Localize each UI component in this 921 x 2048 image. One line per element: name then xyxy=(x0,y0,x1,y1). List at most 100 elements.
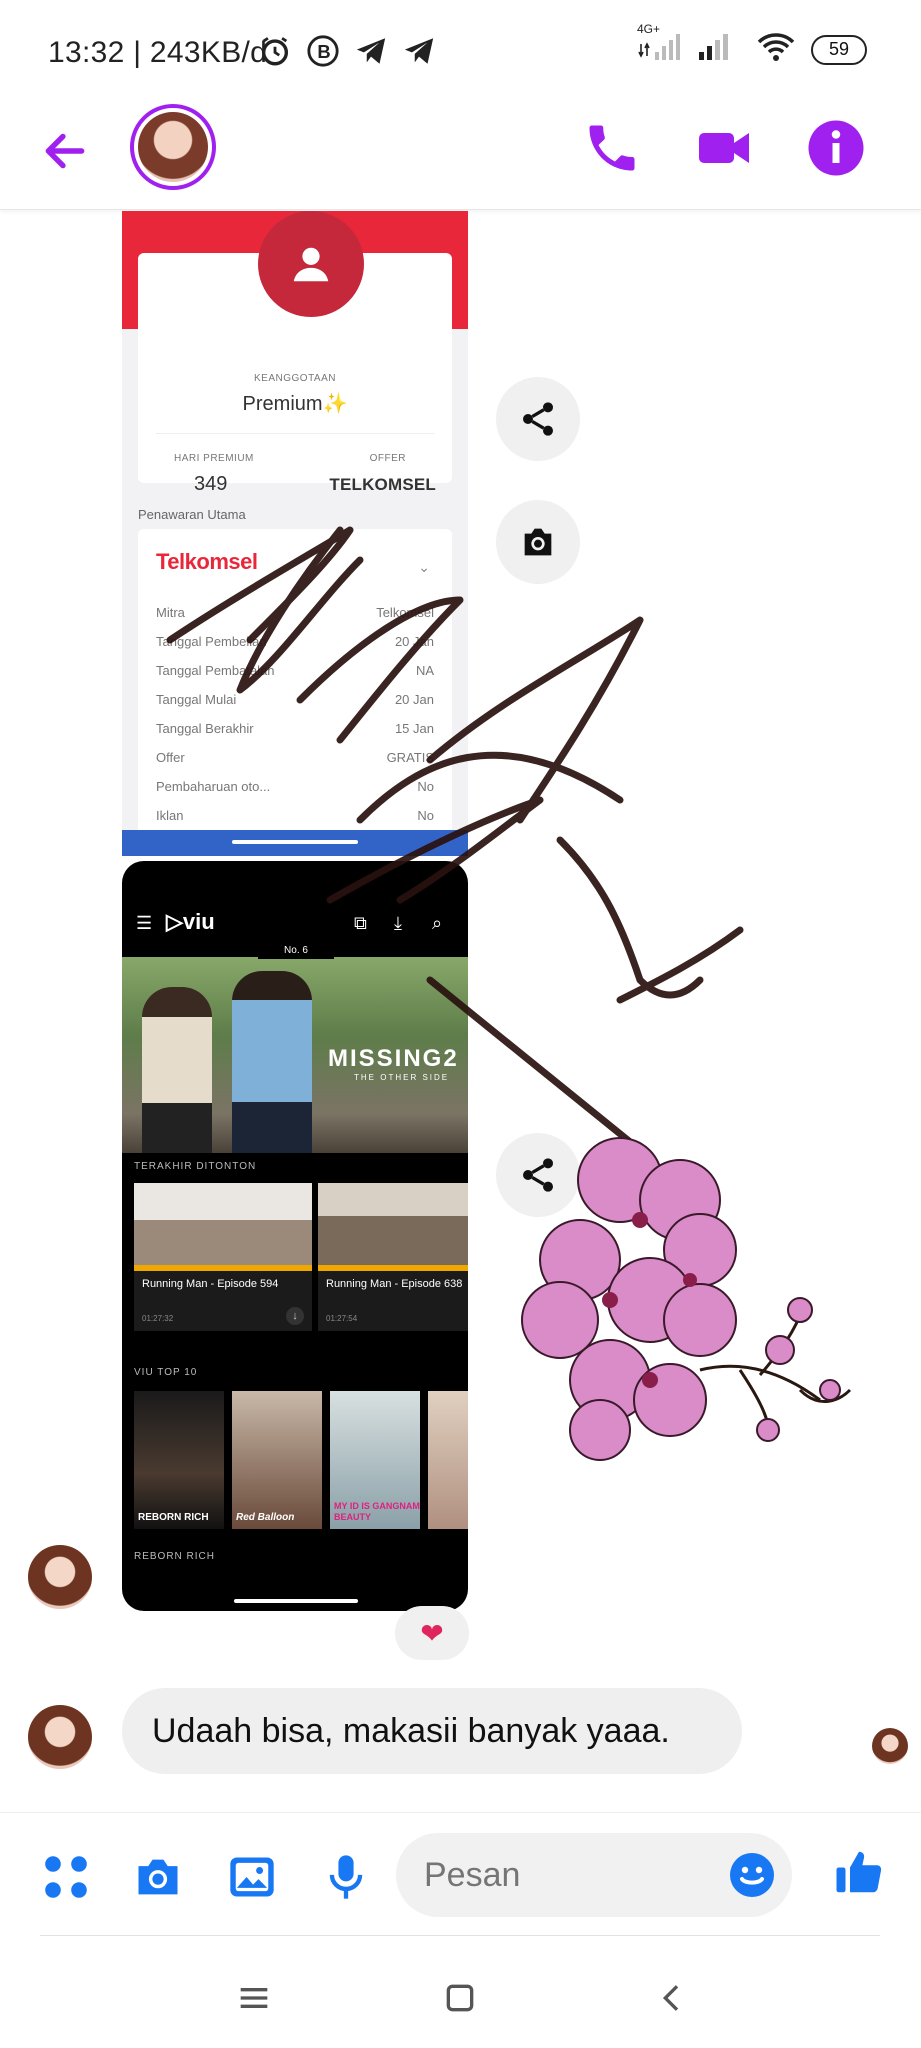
heart-reaction[interactable]: ❤ xyxy=(395,1606,469,1660)
chat-thread[interactable]: KEANGGOTAAN Premium✨ HARI PREMIUM 349 OF… xyxy=(0,211,921,1811)
back-icon[interactable] xyxy=(652,1978,692,2018)
offer-row: Iklan No xyxy=(156,808,434,823)
top10-poster xyxy=(428,1391,468,1529)
top10-poster: MY ID IS GANGNAM BEAUTY xyxy=(330,1391,420,1529)
episode-card: Running Man - Episode 638 01:27:54 xyxy=(318,1183,468,1331)
membership-value: Premium✨ xyxy=(242,393,348,415)
viu-logo-text: viu xyxy=(182,909,215,934)
status-time: 13:32 | 243KB/d xyxy=(48,36,268,69)
membership-label: KEANGGOTAAN xyxy=(254,373,336,384)
message-composer xyxy=(0,1812,921,1942)
offer-label: OFFER xyxy=(369,453,406,464)
emoji-icon[interactable] xyxy=(728,1851,776,1899)
premium-days-value: 349 xyxy=(194,473,228,495)
heart-icon: ❤ xyxy=(420,1617,444,1649)
share-icon xyxy=(523,1158,553,1192)
actor-figure xyxy=(232,971,312,1153)
section-title: Penawaran Utama xyxy=(138,507,246,522)
camera-icon[interactable] xyxy=(132,1851,184,1903)
status-bar: 13:32 | 243KB/d B 4G+ 59 xyxy=(0,0,921,100)
wifi-icon xyxy=(753,30,799,69)
poster-caption: MY ID IS GANGNAM BEAUTY xyxy=(334,1501,420,1522)
row-label: Tanggal Mulai xyxy=(156,692,237,707)
info-icon[interactable] xyxy=(806,118,866,178)
back-arrow-icon[interactable] xyxy=(40,126,90,176)
seen-indicator-avatar xyxy=(872,1728,908,1764)
banner-subtitle: THE OTHER SIDE xyxy=(354,1073,450,1082)
shared-image-telkomsel[interactable]: KEANGGOTAAN Premium✨ HARI PREMIUM 349 OF… xyxy=(122,211,468,856)
row-value: NA xyxy=(415,663,434,678)
offer-row: Tanggal Mulai 20 Jan xyxy=(156,692,434,707)
row-label: Pembaharuan oto... xyxy=(156,779,271,794)
alarm-icon xyxy=(261,37,289,66)
message-bubble[interactable]: Udaah bisa, makasii banyak yaaa. xyxy=(122,1688,742,1774)
row-label: Tanggal Berakhir xyxy=(156,721,254,736)
episode-title: Running Man - Episode 638 xyxy=(326,1278,463,1290)
chevron-down-icon: ⌄ xyxy=(418,559,430,575)
status-right-icons: 4G+ 59 xyxy=(637,22,867,69)
viu-logo: ▷viu xyxy=(166,909,215,934)
gallery-icon[interactable] xyxy=(226,1851,278,1903)
contact-avatar-small[interactable] xyxy=(28,1545,92,1609)
signal-4g-icon: 4G+ xyxy=(637,22,683,69)
episode-time: 01:27:32 xyxy=(142,1314,174,1323)
offer-row: Tanggal Pembelian 20 Jan xyxy=(156,634,434,649)
video-icon[interactable] xyxy=(694,118,754,178)
offer-row: Mitra Telkomsel xyxy=(156,605,434,620)
section-label: VIU TOP 10 xyxy=(134,1367,198,1378)
home-icon[interactable] xyxy=(440,1978,480,2018)
episode-thumbnail xyxy=(318,1183,468,1265)
top10-poster: REBORN RICH xyxy=(134,1391,224,1529)
mic-icon[interactable] xyxy=(320,1851,372,1903)
telegram-icon-2 xyxy=(404,38,434,64)
row-value: GRATIS xyxy=(386,750,434,765)
premium-days-label: HARI PREMIUM xyxy=(174,453,254,464)
offer-row: Tanggal Pembatalan NA xyxy=(156,663,434,678)
share-button[interactable] xyxy=(496,1133,580,1217)
hamburger-icon: ☰ xyxy=(136,913,153,933)
user-avatar-icon xyxy=(258,211,364,317)
camera-save-button[interactable] xyxy=(496,500,580,584)
apps-icon[interactable] xyxy=(40,1851,92,1903)
featured-banner: MISSING2 THE OTHER SIDE xyxy=(122,957,468,1153)
chat-header xyxy=(0,100,921,210)
rank-badge: No. 6 xyxy=(258,943,334,959)
offer-value: TELKOMSEL xyxy=(329,475,436,494)
row-label: Tanggal Pembatalan xyxy=(156,663,275,678)
row-label: Iklan xyxy=(156,808,184,823)
phone-icon[interactable] xyxy=(582,118,642,178)
cast-icon: ⧉ xyxy=(354,913,367,933)
divider xyxy=(156,433,434,434)
contact-photo xyxy=(138,112,208,182)
row-value: 15 Jan xyxy=(394,721,434,736)
offer-row: Offer GRATIS xyxy=(156,750,434,765)
row-value: 20 Jan xyxy=(394,634,434,649)
episode-title: Running Man - Episode 594 xyxy=(142,1278,279,1290)
row-value: 20 Jan xyxy=(394,692,434,707)
row-value: No xyxy=(417,779,434,794)
camera-icon xyxy=(524,528,552,556)
row-label: Mitra xyxy=(156,605,185,620)
b-circle-icon: B xyxy=(307,35,339,67)
bottom-bar xyxy=(122,830,468,856)
download-icon: ⤓ xyxy=(394,913,402,933)
episode-time: 01:27:54 xyxy=(326,1314,358,1323)
menu-icon[interactable] xyxy=(234,1978,274,2018)
battery-indicator: 59 xyxy=(811,34,867,65)
row-value: No xyxy=(417,808,434,823)
home-indicator xyxy=(232,840,358,844)
message-text: Udaah bisa, makasii banyak yaaa. xyxy=(152,1711,670,1750)
network-label: 4G+ xyxy=(637,22,661,36)
share-button[interactable] xyxy=(496,377,580,461)
divider xyxy=(40,1935,880,1936)
episode-thumbnail xyxy=(134,1183,312,1265)
system-nav-bar xyxy=(0,1948,921,2048)
like-icon[interactable] xyxy=(832,1845,886,1899)
share-icon xyxy=(523,402,553,436)
contact-avatar-small[interactable] xyxy=(28,1705,92,1769)
svg-text:B: B xyxy=(317,41,330,62)
offer-row: Tanggal Berakhir 15 Jan xyxy=(156,721,434,736)
top10-poster: Red Balloon xyxy=(232,1391,322,1529)
shared-image-viu[interactable]: ☰ ▷viu ⧉ ⤓ ⌕ MISSING2 THE OTHER SIDE No.… xyxy=(122,861,468,1611)
contact-avatar[interactable] xyxy=(130,104,216,190)
